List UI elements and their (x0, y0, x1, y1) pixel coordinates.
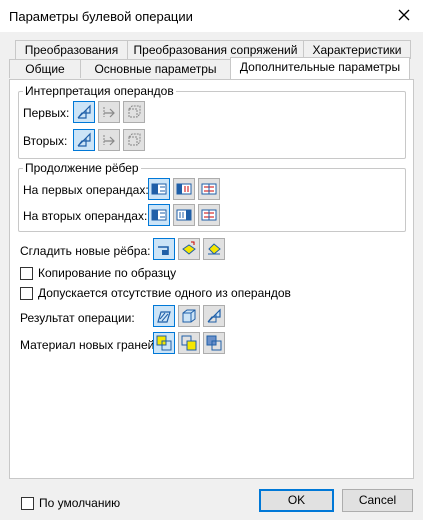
smooth-edges-option-1-button[interactable] (153, 238, 175, 260)
smooth-yellow-alt-icon (208, 243, 221, 255)
merge-edges-icon (176, 183, 192, 195)
tab-row-front: Общие Основные параметры Дополнительные … (0, 57, 423, 80)
result-body-button[interactable] (178, 305, 200, 327)
edges-second-label: На вторых операндах: (23, 209, 148, 223)
operation-result-label: Результат операции: (20, 311, 135, 325)
default-label: По умолчанию (39, 496, 121, 510)
extend-edges-icon (151, 209, 167, 221)
result-surface-button[interactable] (203, 305, 225, 327)
copy-pattern-label: Копирование по образцу (38, 266, 177, 280)
copy-pattern-checkbox[interactable] (20, 267, 33, 280)
cube-icon (182, 309, 196, 323)
interp-second-shell-button[interactable] (123, 129, 145, 151)
solid-icon (77, 104, 91, 119)
edges-first-extend-button[interactable] (148, 178, 170, 200)
first-operands-label: Первых: (23, 106, 70, 120)
tab-panel: Интерпретация операндов Первых: Вторых: … (9, 79, 414, 479)
allow-missing-operand-label: Допускается отсутствие одного из операнд… (38, 286, 291, 300)
interp-first-surface-button[interactable] (98, 101, 120, 123)
material-second-icon (181, 335, 197, 351)
material-base-button[interactable] (203, 332, 225, 354)
smooth-edges-option-3-button[interactable] (203, 238, 225, 260)
extend-edges-icon (151, 183, 167, 195)
allow-missing-operand-checkbox[interactable] (20, 287, 33, 300)
smooth-edges-label: Сгладить новые рёбра: (20, 244, 151, 258)
material-first-icon (156, 335, 172, 351)
close-icon[interactable] (393, 4, 415, 26)
edges-second-merge-button[interactable] (173, 204, 195, 226)
edges-first-merge-button[interactable] (173, 178, 195, 200)
split-edges-icon (201, 183, 217, 195)
interp-first-solid-button[interactable] (73, 101, 95, 123)
edges-first-split-button[interactable] (198, 178, 220, 200)
result-solid-button[interactable] (153, 305, 175, 327)
solid-icon (77, 132, 91, 147)
smooth-edge-icon (158, 246, 169, 255)
edges-group: Продолжение рёбер На первых операндах: Н… (18, 161, 406, 232)
smooth-edges-option-2-button[interactable] (178, 238, 200, 260)
tab-additional-params[interactable]: Дополнительные параметры (230, 57, 410, 79)
interp-first-shell-button[interactable] (123, 101, 145, 123)
edges-first-label: На первых операндах: (23, 183, 149, 197)
edges-second-split-button[interactable] (198, 204, 220, 226)
second-operands-label: Вторых: (23, 134, 68, 148)
new-faces-material-label: Материал новых граней: (20, 338, 158, 352)
edges-legend: Продолжение рёбер (23, 161, 141, 175)
material-base-icon (206, 335, 222, 351)
shell-icon (128, 105, 141, 118)
surface-result-icon (207, 308, 221, 323)
interp-second-surface-button[interactable] (98, 129, 120, 151)
surface-icon (103, 107, 115, 118)
split-edges-icon (201, 209, 217, 221)
ok-button[interactable]: OK (259, 489, 334, 512)
material-second-button[interactable] (178, 332, 200, 354)
edges-second-extend-button[interactable] (148, 204, 170, 226)
default-checkbox[interactable] (21, 497, 34, 510)
result-hatched-icon (157, 311, 171, 323)
cancel-button[interactable]: Cancel (342, 489, 413, 512)
interpretation-legend: Интерпретация операндов (23, 84, 176, 98)
shell-icon (128, 133, 141, 146)
interp-second-solid-button[interactable] (73, 129, 95, 151)
window-title: Параметры булевой операции (9, 9, 193, 24)
smooth-yellow-icon (182, 241, 196, 255)
tab-general[interactable]: Общие (9, 59, 81, 78)
tab-transform[interactable]: Преобразования (15, 40, 128, 59)
tab-main-params[interactable]: Основные параметры (80, 59, 231, 78)
interpretation-group: Интерпретация операндов Первых: Вторых: (18, 84, 406, 159)
merge-edges-icon (176, 209, 192, 221)
material-first-button[interactable] (153, 332, 175, 354)
surface-icon (103, 135, 115, 146)
